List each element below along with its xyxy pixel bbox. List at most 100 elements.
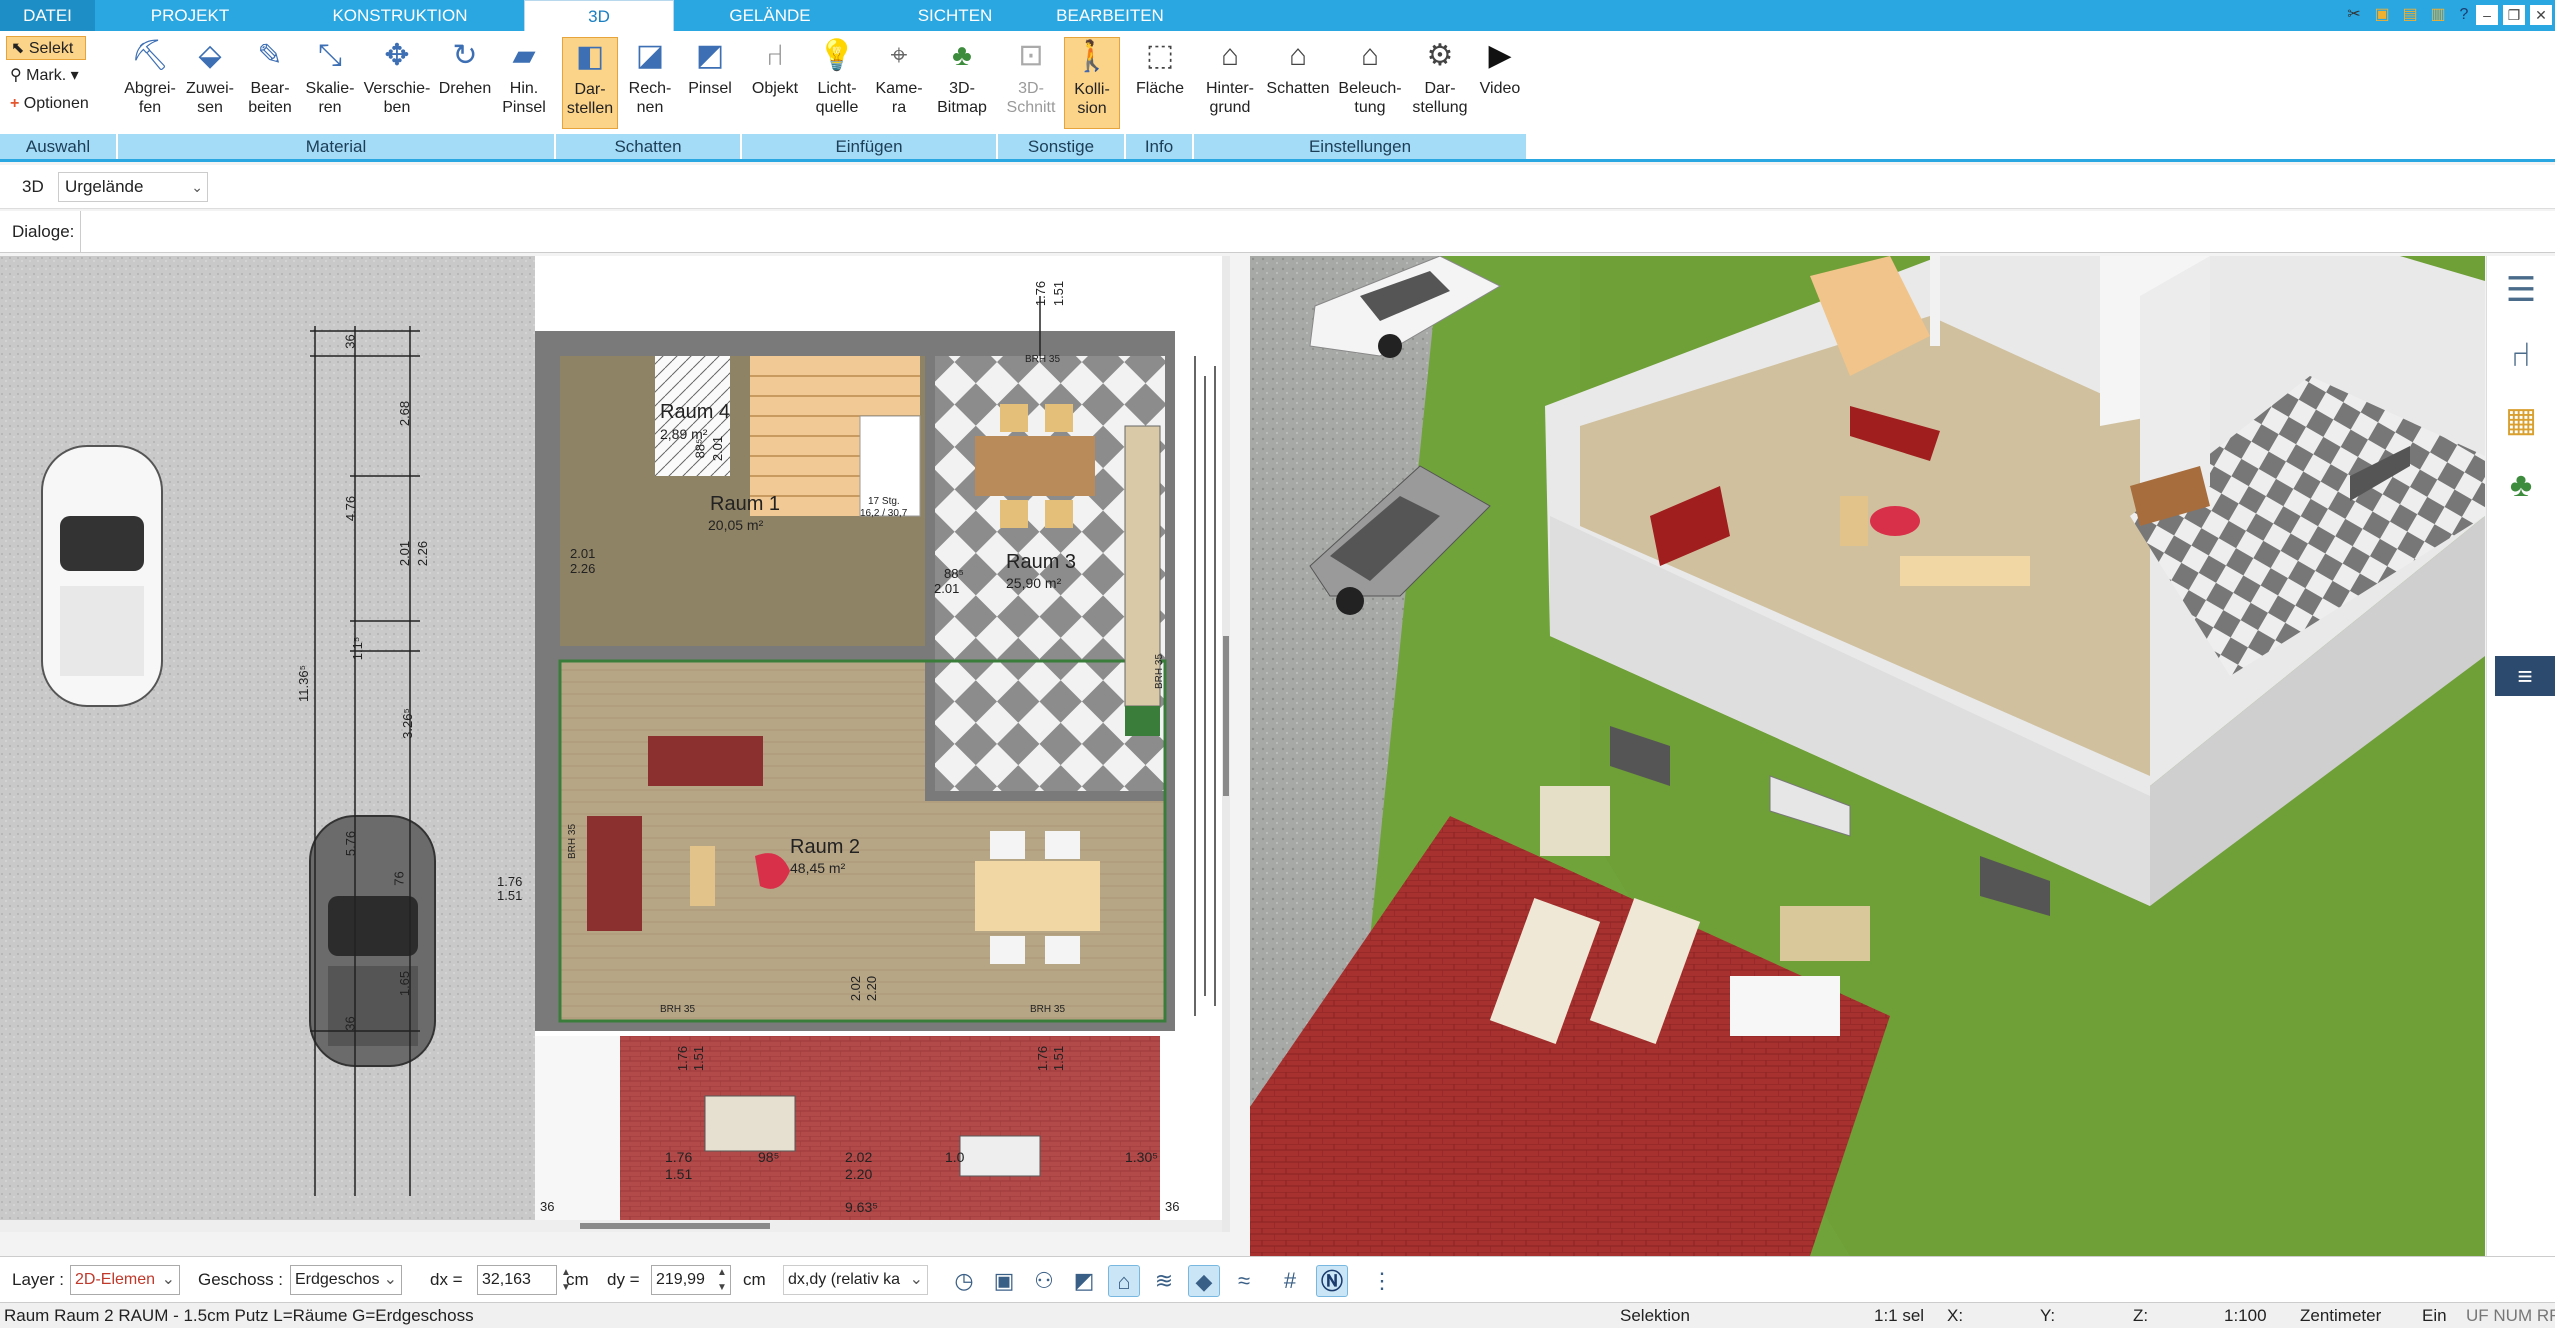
dim-label: 2.20 <box>845 1166 873 1182</box>
tools-icon[interactable]: ✂ <box>2342 3 2366 27</box>
group-label-auswahl: Auswahl <box>0 134 118 159</box>
restore-button[interactable]: ❐ <box>2503 5 2525 25</box>
rechnen-button[interactable]: ◪ Rech- nen <box>622 37 678 129</box>
screen-icon[interactable]: ▣ <box>988 1265 1020 1297</box>
dim-label: 2.20 <box>864 975 880 1002</box>
dim-label: 2.26 <box>415 540 431 567</box>
drehen-button[interactable]: ↻ Drehen <box>436 37 494 129</box>
beleuchtung-button[interactable]: ⌂ Beleuch- tung <box>1334 37 1406 129</box>
more-icon[interactable]: ⋮ <box>1366 1265 1398 1297</box>
floor-plan-2d-view[interactable]: Raum 4 2,89 m² Raum 1 20,05 m² Raum 3 25… <box>0 256 1230 1232</box>
dim-label: 2.26 <box>570 561 596 576</box>
3d-view[interactable] <box>1250 256 2485 1256</box>
kamera-button[interactable]: ⌖ Kame- ra <box>870 37 928 129</box>
optionen-button[interactable]: + Optionen <box>6 92 89 116</box>
wave-icon[interactable]: ≋ <box>1148 1265 1180 1297</box>
group-label-schatten: Schatten <box>556 134 742 159</box>
plane-icon[interactable]: ◆ <box>1188 1265 1220 1297</box>
3d-schnitt-label: 3D- Schnitt <box>1006 80 1056 116</box>
tab-sichten[interactable]: SICHTEN <box>900 0 1010 31</box>
dim-label: 88⁵ <box>692 438 708 459</box>
video-label: Video <box>1479 80 1521 97</box>
dim-label: 3.26⁵ <box>399 708 415 739</box>
mark-label: Mark. <box>26 67 67 84</box>
plan-horizontal-scrollbar[interactable] <box>0 1220 1222 1232</box>
hintergrund-button[interactable]: ⌂ Hinter- grund <box>1198 37 1262 129</box>
help-icon[interactable]: ? <box>2452 3 2476 27</box>
furniture-icon[interactable]: ⑁ <box>2497 331 2545 379</box>
tab-3d[interactable]: 3D <box>524 0 674 31</box>
flaeche-button[interactable]: ⬚ Fläche <box>1130 37 1190 129</box>
coordinate-mode-select[interactable]: dx,dy (relativ ka ⌄ <box>783 1265 928 1295</box>
skalieren-button[interactable]: ⤡ Skalie- ren <box>302 37 358 129</box>
3d-bitmap-label: 3D- Bitmap <box>937 80 987 116</box>
video-button[interactable]: ▶ Video <box>1474 37 1526 129</box>
zuweisen-button[interactable]: ⬙ Zuwei- sen <box>182 37 238 129</box>
terrain-value: Urgelände <box>65 177 144 196</box>
plants-icon[interactable]: ♣ <box>2497 461 2545 509</box>
darstellung-label: Dar- stellung <box>1412 80 1468 116</box>
layer-select[interactable]: 2D-Elemen ⌄ <box>70 1265 180 1295</box>
dim-label: 1.51 <box>497 888 523 903</box>
north-icon[interactable]: Ⓝ <box>1316 1265 1348 1297</box>
minimize-button[interactable]: – <box>2476 5 2498 25</box>
clock-icon[interactable]: ◷ <box>948 1265 980 1297</box>
close-button[interactable]: ✕ <box>2530 5 2552 25</box>
objekt-button[interactable]: ⑁ Objekt <box>746 37 804 129</box>
abgreifen-button[interactable]: ⛏ Abgrei- fen <box>122 37 178 129</box>
area-icon: ⬚ <box>1145 39 1175 72</box>
chevron-down-icon: ⌄ <box>383 1271 397 1288</box>
tab-projekt[interactable]: PROJEKT <box>130 0 250 31</box>
hin-pinsel-button[interactable]: ▰ Hin. Pinsel <box>496 37 552 129</box>
folder-icon[interactable]: ▣ <box>2370 3 2394 27</box>
brush-icon: ▰ <box>512 39 536 72</box>
3d-pavilion <box>1540 786 1610 856</box>
darstellung-button[interactable]: ⚙ Dar- stellung <box>1408 37 1472 129</box>
dim-label: 1.76 <box>665 1149 693 1165</box>
print-icon[interactable]: ▥ <box>2426 3 2450 27</box>
chevron-down-icon: ⌄ <box>161 1271 175 1288</box>
darstellen-button[interactable]: ◧ Dar- stellen <box>562 37 618 129</box>
dim-label: 36 <box>1165 1199 1180 1214</box>
rechnen-label: Rech- nen <box>628 80 672 116</box>
3d-bitmap-button[interactable]: ♣ 3D- Bitmap <box>932 37 992 129</box>
status-bar: Raum Raum 2 RAUM - 1.5cm Putz L=Räume G=… <box>0 1302 2555 1328</box>
hamburger-menu-icon[interactable]: ≡ <box>2495 656 2555 696</box>
layers-icon[interactable]: ☰ <box>2497 266 2545 314</box>
people-icon[interactable]: ⚇ <box>1028 1265 1060 1297</box>
geschoss-select[interactable]: Erdgeschos ⌄ <box>290 1265 402 1295</box>
kollision-button[interactable]: 🚶 Kolli- sion <box>1064 37 1120 129</box>
grid-icon[interactable]: # <box>1274 1265 1306 1297</box>
tree-icon: ♣ <box>952 39 972 72</box>
tab-datei[interactable]: DATEI <box>0 0 95 31</box>
tab-gelaende[interactable]: GELÄNDE <box>710 0 830 31</box>
tab-bearbeiten[interactable]: BEARBEITEN <box>1050 0 1170 31</box>
save-icon[interactable]: ▤ <box>2398 3 2422 27</box>
dim-label: 98⁵ <box>758 1149 780 1165</box>
dy-stepper[interactable]: ▲ ▼ <box>714 1265 730 1295</box>
3d-schnitt-button[interactable]: ⊡ 3D- Schnitt <box>1002 37 1060 129</box>
bearbeiten-button[interactable]: ✎ Bear- beiten <box>242 37 298 129</box>
materials-icon[interactable]: ▦ <box>2497 396 2545 444</box>
bucket-icon[interactable]: ◩ <box>1068 1265 1100 1297</box>
rotate-icon: ↻ <box>452 39 478 72</box>
schatten-pinsel-button[interactable]: ◩ Pinsel <box>682 37 738 129</box>
terrain-icon[interactable]: ≈ <box>1228 1265 1260 1297</box>
plan-scroll-thumb[interactable] <box>580 1223 770 1229</box>
dim-label: 1.51 <box>665 1166 693 1182</box>
mark-button[interactable]: ⚲ Mark. ▾ <box>6 64 79 88</box>
dx-input[interactable]: 32,163 <box>477 1265 557 1295</box>
verschieben-button[interactable]: ✥ Verschie- ben <box>362 37 432 129</box>
coordinate-toolbar: Layer : 2D-Elemen ⌄ Geschoss : Erdgeschos… <box>0 1256 2555 1302</box>
einst-schatten-button[interactable]: ⌂ Schatten <box>1264 37 1332 129</box>
tab-konstruktion[interactable]: KONSTRUKTION <box>320 0 480 31</box>
terrain-select[interactable]: Urgelände ⌄ <box>58 172 208 202</box>
dim-label: 1.51 <box>1051 280 1067 307</box>
dim-label: 11.36⁵ <box>295 665 311 702</box>
roof-icon[interactable]: ⌂ <box>1108 1265 1140 1297</box>
dialog-bar: Dialoge: <box>0 211 2555 253</box>
selekt-button[interactable]: ⬉ Selekt <box>6 36 86 60</box>
lichtquelle-button[interactable]: 💡 Licht- quelle <box>808 37 866 129</box>
optionen-label: Optionen <box>23 95 89 112</box>
dim-label: 1.1⁵ <box>350 636 366 661</box>
